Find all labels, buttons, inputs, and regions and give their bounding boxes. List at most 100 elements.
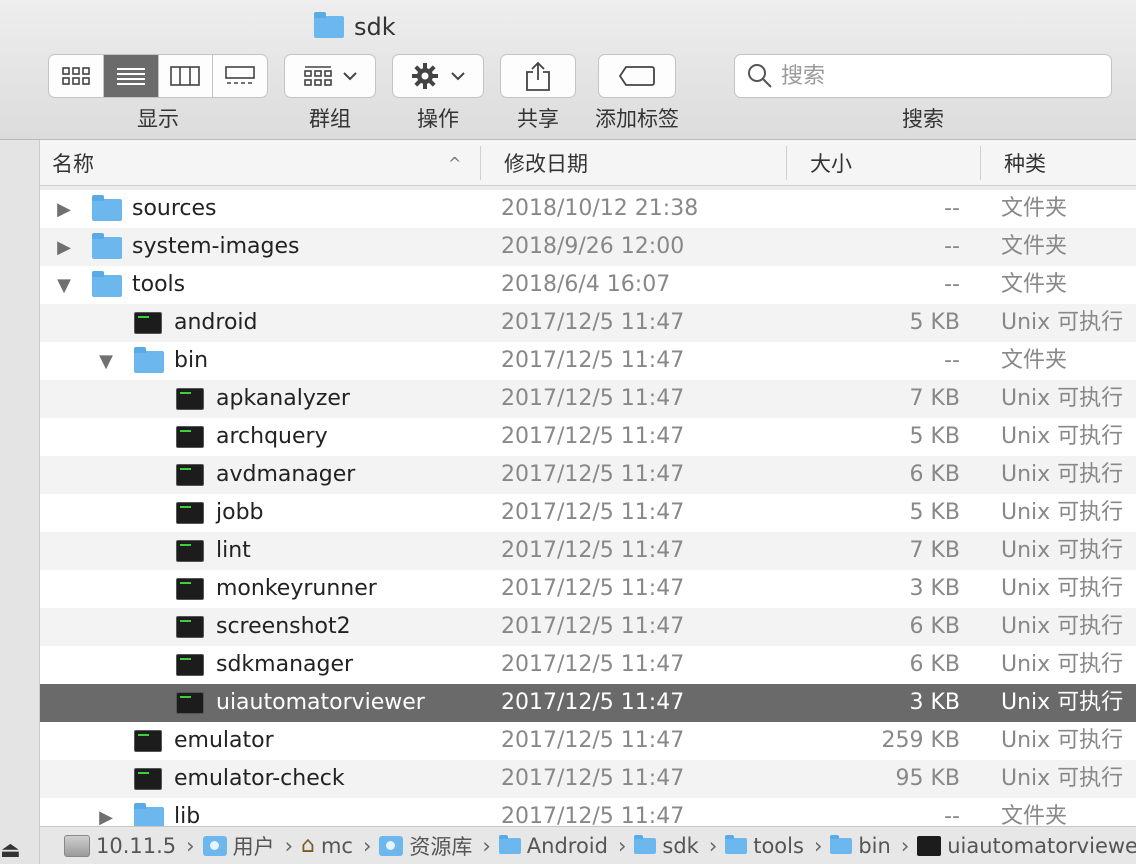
group-button[interactable]	[284, 54, 376, 98]
kind-column-header[interactable]: 种类	[1004, 140, 1046, 186]
file-row[interactable]: android 2017/12/5 11:47 5 KB Unix 可执行	[40, 304, 1136, 342]
file-row[interactable]: ▼ bin 2017/12/5 11:47 -- 文件夹	[40, 342, 1136, 380]
view-mode-segmented-control	[48, 54, 268, 98]
chevron-right-icon: ›	[617, 833, 627, 858]
file-name: system-images	[132, 234, 300, 259]
library-folder-icon	[379, 835, 404, 856]
file-row[interactable]: ▶ sources 2018/10/12 21:38 -- 文件夹	[40, 190, 1136, 228]
disclosure-collapsed-icon[interactable]: ▶	[52, 190, 76, 228]
terminal-icon	[917, 835, 942, 856]
column-header: 名称 ^ 修改日期 大小 种类	[40, 140, 1136, 186]
disclosure-expanded-icon[interactable]: ▼	[52, 266, 76, 304]
search-field[interactable]	[734, 54, 1112, 98]
modified-date: 2017/12/5 11:47	[501, 538, 685, 563]
share-label: 共享	[517, 107, 559, 131]
folder-icon	[725, 834, 748, 854]
group-grid-icon	[304, 66, 332, 86]
list-view-button[interactable]	[103, 55, 159, 97]
path-crumb[interactable]: 资源库 ›	[379, 831, 498, 861]
path-crumb[interactable]: ⌂ mc ›	[301, 833, 379, 858]
file-name: jobb	[216, 500, 264, 525]
folder-icon	[134, 803, 164, 826]
column-view-button[interactable]	[159, 55, 214, 97]
add-tags-button[interactable]	[598, 54, 676, 98]
modified-date: 2018/6/4 16:07	[501, 272, 671, 297]
file-row[interactable]: ▶ lib 2017/12/5 11:47 -- 文件夹	[40, 798, 1136, 826]
file-row[interactable]: uiautomatorviewer 2017/12/5 11:47 3 KB Unix…	[40, 684, 1136, 722]
search-input[interactable]	[781, 63, 1081, 89]
file-name: android	[174, 310, 258, 335]
folder-icon	[634, 834, 657, 854]
size-column-header[interactable]: 大小	[810, 140, 852, 186]
file-row[interactable]: screenshot2 2017/12/5 11:47 6 KB Unix 可执行	[40, 608, 1136, 646]
file-name: lib	[174, 804, 201, 826]
window-title-text: sdk	[354, 13, 396, 41]
file-row[interactable]: emulator 2017/12/5 11:47 259 KB Unix 可执行	[40, 722, 1136, 760]
group-label: 群组	[309, 107, 351, 131]
disk-icon	[64, 834, 90, 857]
path-crumb-label: 用户	[232, 834, 275, 859]
eject-icon[interactable]: ⏏	[0, 838, 21, 863]
path-crumb-label: uiautomatorviewer	[947, 833, 1136, 858]
path-crumb-label: 资源库	[409, 834, 473, 859]
file-size: 5 KB	[909, 424, 960, 449]
file-row[interactable]: lint 2017/12/5 11:47 7 KB Unix 可执行	[40, 532, 1136, 570]
file-row[interactable]: sdkmanager 2017/12/5 11:47 6 KB Unix 可执行	[40, 646, 1136, 684]
path-crumb[interactable]: Android ›	[498, 833, 635, 858]
executable-icon	[134, 730, 162, 752]
disclosure-collapsed-icon[interactable]: ▶	[94, 798, 118, 827]
path-crumb[interactable]: 用户 ›	[202, 831, 301, 861]
date-column-header[interactable]: 修改日期	[504, 140, 588, 186]
file-row[interactable]: ▶ system-images 2018/9/26 12:00 -- 文件夹	[40, 228, 1136, 266]
file-kind: Unix 可执行	[1001, 386, 1124, 411]
file-row[interactable]: archquery 2017/12/5 11:47 5 KB Unix 可执行	[40, 418, 1136, 456]
column-divider[interactable]	[480, 146, 481, 180]
modified-date: 2017/12/5 11:47	[501, 348, 685, 373]
file-size: --	[944, 196, 960, 221]
disclosure-collapsed-icon[interactable]: ▶	[52, 228, 76, 266]
share-button[interactable]	[500, 54, 576, 98]
executable-icon	[176, 540, 204, 562]
path-crumb[interactable]: uiautomatorviewer	[917, 834, 1136, 858]
file-row[interactable]: emulator-check 2017/12/5 11:47 95 KB Unix 可…	[40, 760, 1136, 798]
chevron-down-icon	[343, 72, 357, 81]
disclosure-expanded-icon[interactable]: ▼	[94, 342, 118, 380]
icon-view-button[interactable]	[49, 55, 104, 97]
file-row[interactable]: ▼ tools 2018/6/4 16:07 -- 文件夹	[40, 266, 1136, 304]
column-divider[interactable]	[786, 146, 787, 180]
search-icon	[748, 64, 772, 88]
path-crumb[interactable]: tools ›	[725, 834, 830, 858]
modified-date: 2017/12/5 11:47	[501, 462, 685, 487]
modified-date: 2017/12/5 11:47	[501, 804, 685, 826]
path-crumb-label: bin	[858, 833, 891, 858]
path-crumb[interactable]: 10.11.5 ›	[64, 834, 203, 858]
file-name: emulator	[174, 728, 274, 753]
file-size: --	[944, 804, 960, 826]
chevron-down-icon	[451, 72, 465, 81]
file-kind: Unix 可执行	[1001, 310, 1124, 335]
share-icon	[526, 61, 550, 91]
gear-icon	[412, 63, 438, 89]
sort-ascending-icon[interactable]: ^	[448, 140, 461, 186]
gallery-view-button[interactable]	[213, 55, 267, 97]
executable-icon	[176, 388, 204, 410]
file-row[interactable]: jobb 2017/12/5 11:47 5 KB Unix 可执行	[40, 494, 1136, 532]
modified-date: 2017/12/5 11:47	[501, 576, 685, 601]
columns-icon	[170, 66, 201, 86]
file-row[interactable]: apkanalyzer 2017/12/5 11:47 7 KB Unix 可执行	[40, 380, 1136, 418]
file-size: 6 KB	[909, 462, 960, 487]
action-button[interactable]	[392, 54, 484, 98]
file-kind: Unix 可执行	[1001, 576, 1124, 601]
file-name: lint	[216, 538, 251, 563]
file-row[interactable]: monkeyrunner 2017/12/5 11:47 3 KB Unix 可执行	[40, 570, 1136, 608]
file-size: --	[944, 272, 960, 297]
grid-icon	[62, 67, 90, 85]
executable-icon	[176, 464, 204, 486]
path-crumb[interactable]: sdk ›	[634, 834, 725, 858]
file-row[interactable]: avdmanager 2017/12/5 11:47 6 KB Unix 可执行	[40, 456, 1136, 494]
name-column-header[interactable]: 名称	[52, 140, 94, 186]
sidebar	[0, 140, 40, 864]
column-divider[interactable]	[980, 146, 981, 180]
path-crumb[interactable]: bin ›	[830, 834, 917, 858]
file-kind: 文件夹	[1001, 196, 1068, 221]
